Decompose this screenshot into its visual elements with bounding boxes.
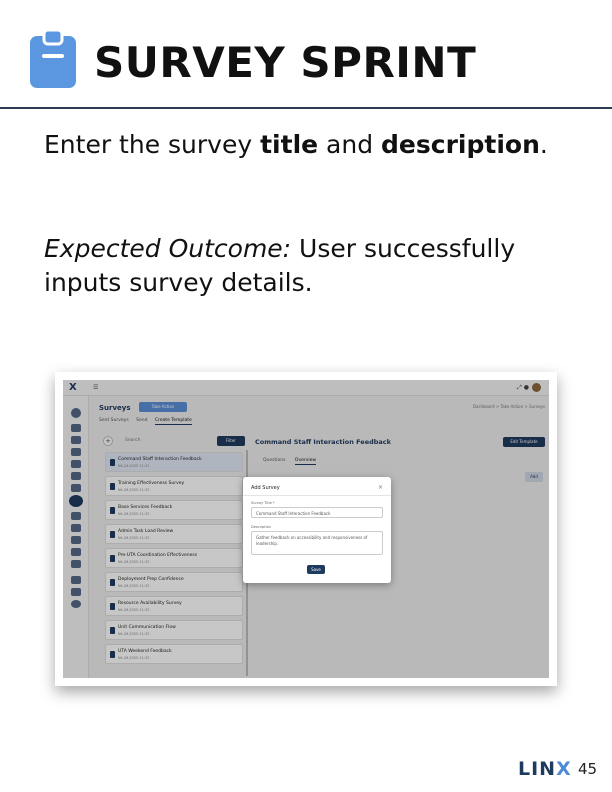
instruction-middle: and — [318, 130, 382, 159]
app-screenshot: X ☰ ⤢ ● Surveys Take Action Dashboard > … — [63, 380, 549, 678]
modal-title: Add Survey — [251, 485, 280, 491]
page: SURVEY SPRINT Enter the survey title and… — [0, 0, 612, 792]
description-label: Description — [251, 525, 271, 529]
close-icon[interactable]: × — [378, 484, 383, 491]
page-title: SURVEY SPRINT — [94, 38, 477, 87]
instruction-bold-title: title — [260, 130, 319, 159]
brand-x: X — [556, 758, 572, 780]
description-textarea[interactable]: Gather feedback on accessibility and res… — [251, 531, 383, 555]
outcome-label: Expected Outcome: — [44, 234, 292, 263]
add-survey-modal: Add Survey × Survey Title * Command Staf… — [243, 477, 391, 583]
survey-title-input[interactable]: Command Staff Interaction Feedback — [251, 507, 383, 518]
header-divider — [0, 107, 612, 109]
expected-outcome: Expected Outcome: User successfully inpu… — [44, 232, 584, 300]
page-number: 45 — [578, 760, 598, 778]
brand-logo: LINX — [518, 758, 572, 780]
instruction-text: Enter the survey title and description. — [44, 130, 548, 159]
brand-prefix: LIN — [518, 758, 557, 780]
header: SURVEY SPRINT — [0, 0, 612, 109]
modal-divider — [243, 495, 391, 496]
clipboard-icon — [30, 30, 76, 88]
instruction-bold-description: description — [381, 130, 540, 159]
save-button[interactable]: Save — [307, 565, 325, 574]
instruction-prefix: Enter the survey — [44, 130, 261, 159]
screenshot-frame: X ☰ ⤢ ● Surveys Take Action Dashboard > … — [55, 372, 557, 686]
survey-title-label: Survey Title * — [251, 501, 275, 505]
instruction-suffix: . — [539, 130, 548, 159]
